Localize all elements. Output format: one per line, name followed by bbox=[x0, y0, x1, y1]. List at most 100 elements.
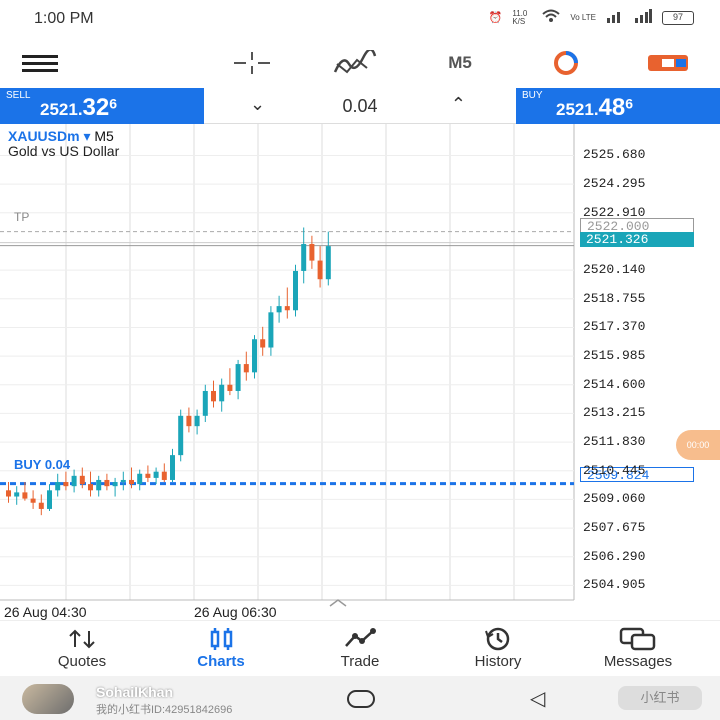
watermark-brand: 小红书 bbox=[618, 686, 702, 710]
time-label-2: 26 Aug 06:30 bbox=[194, 604, 277, 620]
wifi-icon bbox=[542, 9, 561, 26]
home-button[interactable] bbox=[347, 690, 375, 708]
candle-body bbox=[186, 415, 192, 427]
candle-body bbox=[161, 471, 167, 480]
buy-price: 2521.486 bbox=[556, 94, 634, 121]
candle-body bbox=[227, 384, 233, 391]
candle-body bbox=[243, 364, 249, 373]
candle-body bbox=[112, 482, 118, 487]
toggle-trade-panel-icon[interactable] bbox=[646, 48, 690, 78]
nav-charts[interactable]: Charts bbox=[161, 627, 281, 675]
quotes-icon bbox=[22, 627, 142, 651]
charts-icon bbox=[161, 627, 281, 651]
price-axis-label: 2524.295 bbox=[583, 176, 646, 192]
candle-body bbox=[301, 244, 307, 271]
signal-icon-2 bbox=[634, 9, 652, 26]
timeframe-button[interactable]: M5 bbox=[438, 48, 482, 78]
candle-body bbox=[170, 455, 175, 480]
candle-body bbox=[79, 475, 85, 485]
user-avatar[interactable] bbox=[22, 684, 74, 714]
status-icons: ⏰ 11.0 K/S Vo LTE 97 bbox=[489, 9, 694, 26]
candle-body bbox=[129, 479, 134, 485]
chart-toolbar: M5 bbox=[0, 38, 720, 88]
chart-timeframe: M5 bbox=[94, 128, 114, 144]
volume-control: ⌄ 0.04 ⌃ bbox=[204, 88, 516, 124]
candle-body bbox=[71, 475, 77, 487]
candle-body bbox=[317, 260, 323, 280]
tp-price-tag: 2522.000 bbox=[580, 218, 694, 234]
bottom-navigation: Quotes Charts Trade History Messages bbox=[0, 620, 720, 676]
price-axis-label: 2522.910 bbox=[583, 204, 646, 220]
bid-price-tag: 2521.326 bbox=[580, 232, 694, 247]
candle-body bbox=[194, 415, 200, 427]
price-chart[interactable]: XAUUSDm ▾ M5 Gold vs US Dollar TP BUY 0.… bbox=[0, 124, 720, 620]
candle-body bbox=[47, 490, 52, 509]
volte-icon: Vo LTE bbox=[570, 13, 596, 22]
candle-body bbox=[14, 492, 20, 497]
crosshair-icon[interactable] bbox=[230, 48, 274, 78]
candle-body bbox=[96, 479, 102, 491]
candle-body bbox=[235, 364, 241, 391]
candle-body bbox=[38, 502, 44, 509]
candle-body bbox=[137, 473, 143, 485]
price-axis-label: 2510.445 bbox=[583, 462, 646, 478]
buy-position-label[interactable]: BUY 0.04 bbox=[14, 457, 70, 472]
nav-history[interactable]: History bbox=[438, 627, 558, 675]
volume-value[interactable]: 0.04 bbox=[204, 96, 516, 117]
system-navigation-bar: SohailKhan 我的小红书ID:42951842696 ◁ 小红书 bbox=[0, 676, 720, 720]
price-axis-label: 2520.140 bbox=[583, 262, 646, 278]
sell-button[interactable]: SELL 2521.326 bbox=[0, 88, 204, 124]
hamburger-menu-icon[interactable] bbox=[20, 48, 60, 78]
candle-body bbox=[22, 492, 28, 499]
nav-quotes[interactable]: Quotes bbox=[22, 627, 142, 675]
sell-label: SELL bbox=[6, 90, 31, 101]
price-axis-label: 2507.675 bbox=[583, 520, 646, 536]
signal-icon-1 bbox=[606, 9, 624, 26]
back-button[interactable]: ◁ bbox=[530, 686, 545, 711]
price-axis-label: 2506.290 bbox=[583, 548, 646, 564]
candle-body bbox=[309, 244, 315, 261]
candle-body bbox=[145, 473, 151, 478]
price-axis-label: 2513.215 bbox=[583, 405, 646, 421]
candle-body bbox=[153, 471, 159, 478]
chart-symbol[interactable]: XAUUSDm ▾ M5 bbox=[8, 129, 114, 143]
increase-volume-button[interactable]: ⌃ bbox=[451, 94, 466, 115]
status-time: 1:00 PM bbox=[34, 10, 94, 27]
candle-body bbox=[293, 270, 298, 311]
candle-body bbox=[325, 246, 331, 280]
time-scroll-marker-icon bbox=[329, 599, 347, 607]
nav-trade[interactable]: Trade bbox=[300, 627, 420, 675]
candle-body bbox=[30, 498, 36, 503]
candle-body bbox=[252, 339, 257, 373]
symbol-description: Gold vs US Dollar bbox=[8, 143, 120, 159]
status-bar: 1:00 PM ⏰ 11.0 K/S Vo LTE 97 bbox=[0, 0, 720, 38]
alarm-icon: ⏰ bbox=[488, 12, 503, 24]
candle-body bbox=[120, 479, 126, 483]
one-click-trading-icon[interactable] bbox=[544, 48, 588, 78]
candle-body bbox=[55, 482, 61, 491]
candle-body bbox=[219, 384, 225, 402]
one-click-trade-panel: SELL 2521.326 ⌄ 0.04 ⌃ BUY 2521.486 bbox=[0, 88, 720, 124]
messages-icon bbox=[578, 627, 698, 651]
symbol-dropdown-icon[interactable]: ▾ bbox=[83, 128, 90, 144]
indicators-icon[interactable] bbox=[332, 48, 378, 78]
candle-body bbox=[211, 390, 216, 402]
candlestick-chart-svg bbox=[0, 124, 575, 607]
symbol-name: XAUUSDm bbox=[8, 128, 80, 144]
candle-body bbox=[268, 312, 274, 348]
candle-body bbox=[88, 484, 93, 491]
sell-price: 2521.326 bbox=[40, 94, 118, 121]
time-label-1: 26 Aug 04:30 bbox=[4, 604, 87, 620]
buy-label: BUY bbox=[522, 90, 543, 101]
candle-body bbox=[63, 482, 69, 487]
price-axis-label: 2517.370 bbox=[583, 319, 646, 335]
user-id: 我的小红书ID:42951842696 bbox=[96, 704, 233, 716]
nav-messages[interactable]: Messages bbox=[578, 627, 698, 675]
candle-body bbox=[276, 306, 282, 313]
price-axis-label: 2511.830 bbox=[583, 434, 646, 450]
candle-body bbox=[6, 490, 11, 497]
candle-body bbox=[260, 339, 266, 348]
buy-button[interactable]: BUY 2521.486 bbox=[516, 88, 720, 124]
floating-overlay-button[interactable]: 00:00 bbox=[676, 430, 720, 460]
history-icon bbox=[438, 627, 558, 651]
